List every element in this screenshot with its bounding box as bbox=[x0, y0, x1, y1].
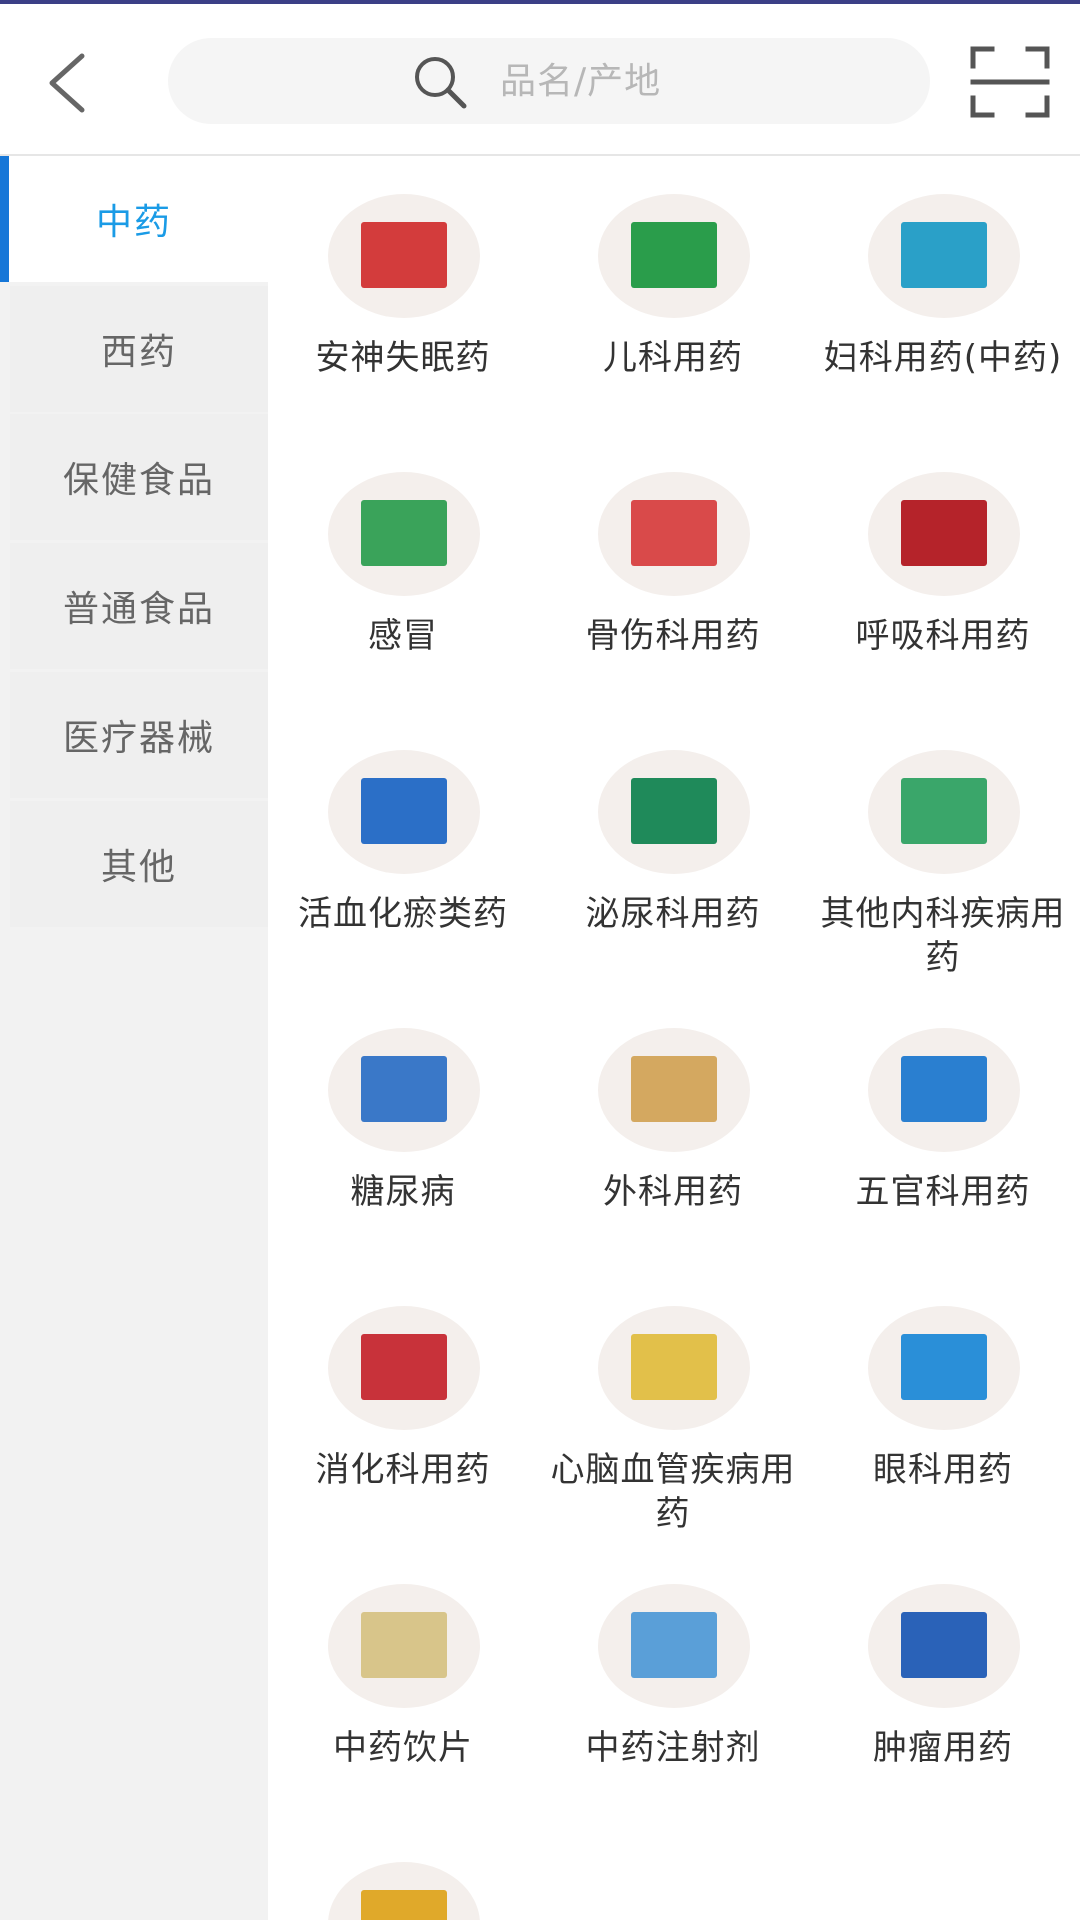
search-bar[interactable]: 品名/产地 bbox=[168, 38, 930, 124]
medicine-pack-icon bbox=[598, 750, 750, 874]
sidebar-item-label: 中药 bbox=[95, 202, 172, 243]
medicine-box-icon bbox=[868, 194, 1020, 318]
medicine-box-icon bbox=[868, 1028, 1020, 1152]
category-item[interactable]: 中药注射剂 bbox=[538, 1546, 808, 1816]
back-arrow-icon[interactable] bbox=[42, 48, 92, 118]
sidebar-item-label: 普通食品 bbox=[62, 589, 215, 630]
medicine-bottle-icon bbox=[328, 194, 480, 318]
category-label: 妇科用药(中药) bbox=[823, 338, 1063, 378]
medicine-box-icon bbox=[328, 1862, 480, 1920]
category-label: 儿科用药 bbox=[603, 338, 743, 378]
sidebar-item-general-food[interactable]: 普通食品 bbox=[10, 543, 268, 669]
sidebar-item-other[interactable]: 其他 bbox=[10, 801, 268, 927]
medicine-box-icon bbox=[598, 472, 750, 596]
medicine-box-icon bbox=[868, 472, 1020, 596]
active-indicator bbox=[0, 156, 9, 282]
medicine-box-icon bbox=[868, 1306, 1020, 1430]
category-label: 骨伤科用药 bbox=[585, 616, 761, 656]
category-label: 中药饮片 bbox=[333, 1728, 473, 1768]
category-item[interactable]: 肿瘤用药 bbox=[808, 1546, 1078, 1816]
category-item[interactable]: 儿科用药 bbox=[538, 156, 808, 426]
category-item[interactable]: 眼科用药 bbox=[808, 1268, 1078, 1538]
top-bar: 品名/产地 bbox=[0, 4, 1080, 156]
search-icon bbox=[415, 57, 467, 109]
category-label: 心脑血管疾病用药 bbox=[550, 1450, 796, 1534]
injection-vial-icon bbox=[598, 1584, 750, 1708]
category-label: 其他内科疾病用药 bbox=[820, 894, 1066, 978]
category-item[interactable]: 妇科用药(中药) bbox=[808, 156, 1078, 426]
category-item[interactable]: 泌尿科用药 bbox=[538, 712, 808, 982]
category-grid: 安神失眠药 儿科用药 妇科用药(中药) 感冒 骨伤科用药 呼吸科用药 活血化瘀类… bbox=[268, 156, 1080, 1920]
category-label: 呼吸科用药 bbox=[855, 616, 1031, 656]
category-item[interactable]: 骨伤科用药 bbox=[538, 434, 808, 704]
sidebar-item-label: 保健食品 bbox=[62, 460, 215, 501]
sidebar-item-medical-devices[interactable]: 医疗器械 bbox=[10, 672, 268, 798]
category-label: 外科用药 bbox=[603, 1172, 743, 1212]
medicine-box-icon bbox=[868, 1584, 1020, 1708]
category-label: 眼科用药 bbox=[873, 1450, 1013, 1490]
sidebar-item-label: 西药 bbox=[100, 332, 177, 373]
category-item[interactable]: 五官科用药 bbox=[808, 990, 1078, 1260]
sidebar-item-health-food[interactable]: 保健食品 bbox=[10, 414, 268, 540]
sidebar-item-label: 其他 bbox=[100, 847, 177, 888]
category-item[interactable] bbox=[268, 1824, 538, 1920]
category-item[interactable]: 感冒 bbox=[268, 434, 538, 704]
category-item[interactable]: 外科用药 bbox=[538, 990, 808, 1260]
category-item[interactable]: 其他内科疾病用药 bbox=[808, 712, 1078, 982]
sidebar-item-chinese-medicine[interactable]: 中药 bbox=[0, 156, 268, 282]
category-item[interactable]: 心脑血管疾病用药 bbox=[538, 1268, 808, 1538]
medicine-box-icon bbox=[868, 750, 1020, 874]
medicine-box-icon bbox=[598, 194, 750, 318]
category-label: 泌尿科用药 bbox=[585, 894, 761, 934]
category-label: 安神失眠药 bbox=[315, 338, 491, 378]
category-label: 五官科用药 bbox=[855, 1172, 1031, 1212]
category-item[interactable]: 糖尿病 bbox=[268, 990, 538, 1260]
plaster-icon bbox=[598, 1028, 750, 1152]
medicine-box-icon bbox=[328, 1306, 480, 1430]
category-item[interactable]: 消化科用药 bbox=[268, 1268, 538, 1538]
category-sidebar: 中药 西药 保健食品 普通食品 医疗器械 其他 bbox=[0, 156, 268, 1920]
category-label: 中药注射剂 bbox=[585, 1728, 761, 1768]
category-label: 糖尿病 bbox=[350, 1172, 456, 1212]
herb-slices-icon bbox=[328, 1584, 480, 1708]
category-item[interactable]: 呼吸科用药 bbox=[808, 434, 1078, 704]
medicine-box-icon bbox=[328, 472, 480, 596]
scan-icon[interactable] bbox=[970, 46, 1050, 118]
category-item[interactable]: 活血化瘀类药 bbox=[268, 712, 538, 982]
medicine-box-icon bbox=[598, 1306, 750, 1430]
category-label: 消化科用药 bbox=[315, 1450, 491, 1490]
sidebar-item-label: 医疗器械 bbox=[62, 718, 215, 759]
category-label: 活血化瘀类药 bbox=[298, 894, 508, 934]
search-placeholder: 品名/产地 bbox=[500, 61, 662, 102]
medicine-box-icon bbox=[328, 750, 480, 874]
category-item[interactable]: 中药饮片 bbox=[268, 1546, 538, 1816]
category-item[interactable]: 安神失眠药 bbox=[268, 156, 538, 426]
medicine-box-icon bbox=[328, 1028, 480, 1152]
sidebar-item-western-medicine[interactable]: 西药 bbox=[10, 286, 268, 412]
category-label: 感冒 bbox=[368, 616, 438, 656]
category-label: 肿瘤用药 bbox=[873, 1728, 1013, 1768]
